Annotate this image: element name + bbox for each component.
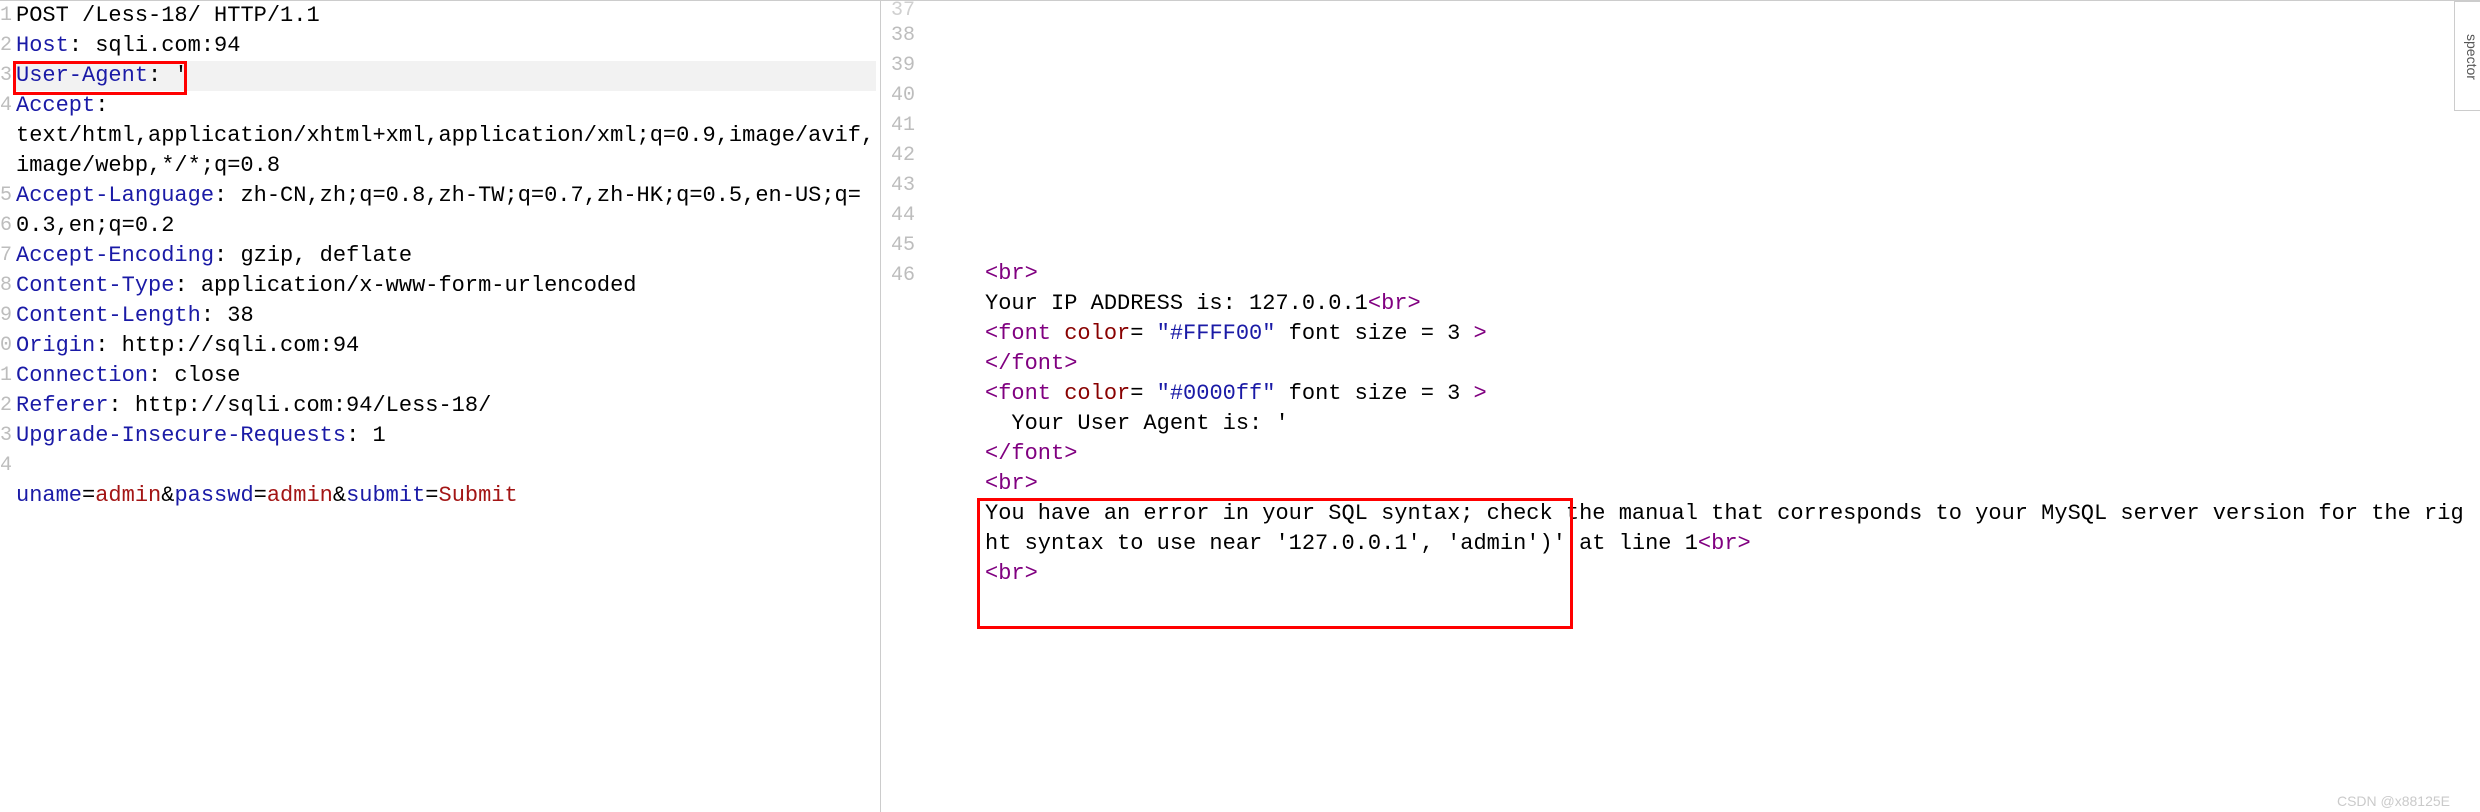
header-content-length[interactable]: Content-Length: 38 [16, 301, 876, 331]
response-panel[interactable]: 37 38 39 40 41 42 43 44 45 46 <br> Your … [881, 0, 2480, 812]
request-code[interactable]: POST /Less-18/ HTTP/1.1 Host: sqli.com:9… [16, 1, 876, 511]
header-origin[interactable]: Origin: http://sqli.com:94 [16, 331, 876, 361]
resp-font1-open: <font color= "#FFFF00" font size = 3 > [985, 319, 2470, 349]
resp-font1-close: </font> [985, 349, 2470, 379]
resp-ip-line: Your IP ADDRESS is: 127.0.0.1<br> [985, 289, 2470, 319]
blank-line[interactable] [16, 451, 876, 481]
header-accept-encoding[interactable]: Accept-Encoding: gzip, deflate [16, 241, 876, 271]
request-line[interactable]: POST /Less-18/ HTTP/1.1 [16, 1, 876, 31]
watermark: CSDN @x88125E [2337, 793, 2450, 809]
inspector-tab[interactable]: spector [2454, 1, 2480, 111]
request-body[interactable]: uname=admin&passwd=admin&submit=Submit [16, 481, 876, 511]
resp-font2-close: </font> [985, 439, 2470, 469]
response-code[interactable]: <br> Your IP ADDRESS is: 127.0.0.1<br> <… [985, 259, 2470, 589]
resp-sql-error: You have an error in your SQL syntax; ch… [985, 499, 2470, 559]
header-connection[interactable]: Connection: close [16, 361, 876, 391]
resp-ua-text: Your User Agent is: ' [985, 409, 2470, 439]
resp-br2: <br> [985, 469, 2470, 499]
header-user-agent[interactable]: User-Agent: ' [16, 61, 876, 91]
header-referer[interactable]: Referer: http://sqli.com:94/Less-18/ [16, 391, 876, 421]
header-host[interactable]: Host: sqli.com:94 [16, 31, 876, 61]
header-accept-value[interactable]: text/html,application/xhtml+xml,applicat… [16, 121, 876, 181]
resp-br1: <br> [985, 259, 2470, 289]
header-upgrade-insecure-requests[interactable]: Upgrade-Insecure-Requests: 1 [16, 421, 876, 451]
header-content-type[interactable]: Content-Type: application/x-www-form-url… [16, 271, 876, 301]
right-gutter: 37 38 39 40 41 42 43 44 45 46 [881, 1, 919, 812]
header-accept-language[interactable]: Accept-Language: zh-CN,zh;q=0.8,zh-TW;q=… [16, 181, 876, 241]
resp-font2-open: <font color= "#0000ff" font size = 3 > [985, 379, 2470, 409]
left-gutter: 1 2 3 4 5 6 7 8 9 0 1 2 3 4 [0, 1, 14, 812]
request-panel[interactable]: 1 2 3 4 5 6 7 8 9 0 1 2 3 4 POST /Less-1… [0, 0, 880, 812]
main-container: 1 2 3 4 5 6 7 8 9 0 1 2 3 4 POST /Less-1… [0, 0, 2480, 812]
resp-br3: <br> [985, 559, 2470, 589]
header-accept[interactable]: Accept: [16, 91, 876, 121]
